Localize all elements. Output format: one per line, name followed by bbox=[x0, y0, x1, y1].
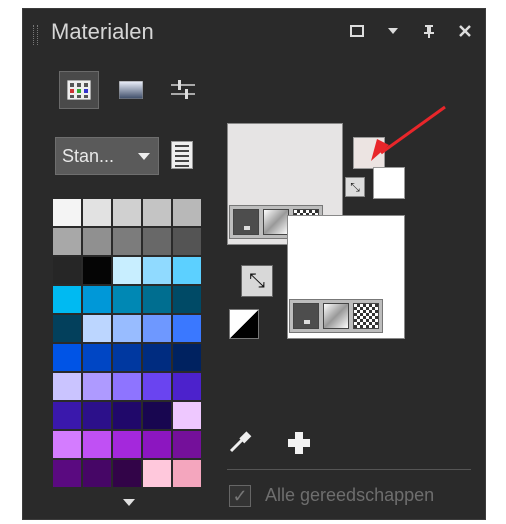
color-swatch[interactable] bbox=[113, 373, 141, 400]
color-swatch[interactable] bbox=[83, 344, 111, 371]
color-swatch[interactable] bbox=[113, 431, 141, 458]
color-swatch[interactable] bbox=[83, 373, 111, 400]
color-swatch[interactable] bbox=[113, 402, 141, 429]
color-swatch[interactable] bbox=[143, 460, 171, 487]
color-swatch[interactable] bbox=[113, 344, 141, 371]
sliders-icon bbox=[171, 80, 195, 99]
color-swatch[interactable] bbox=[173, 199, 201, 226]
color-swatch[interactable] bbox=[143, 199, 171, 226]
color-swatch[interactable] bbox=[173, 344, 201, 371]
color-mode-button[interactable] bbox=[293, 303, 319, 329]
grid-icon bbox=[67, 80, 91, 100]
color-swatch[interactable] bbox=[83, 402, 111, 429]
eyedropper-icon[interactable] bbox=[227, 429, 253, 455]
color-swatch[interactable] bbox=[83, 460, 111, 487]
tab-bar bbox=[59, 71, 203, 109]
palette-dropdown-value: Stan... bbox=[62, 145, 115, 166]
title-buttons bbox=[347, 21, 475, 41]
color-mode-button[interactable] bbox=[233, 209, 259, 235]
add-icon[interactable] bbox=[287, 431, 311, 455]
color-swatch[interactable] bbox=[113, 315, 141, 342]
chevron-down-icon bbox=[138, 152, 150, 160]
color-swatch[interactable] bbox=[173, 315, 201, 342]
gradient-mode-button[interactable] bbox=[323, 303, 349, 329]
color-swatch[interactable] bbox=[53, 431, 81, 458]
color-swatch[interactable] bbox=[83, 199, 111, 226]
color-swatch[interactable] bbox=[83, 228, 111, 255]
color-swatch[interactable] bbox=[143, 257, 171, 284]
pattern-mode-button[interactable] bbox=[353, 303, 379, 329]
materials-panel: Materialen Stan... ⤡ ⤡ ✓ Alle gereedscha… bbox=[22, 8, 486, 520]
red-arrow-annotation bbox=[371, 105, 446, 161]
color-swatch[interactable] bbox=[53, 344, 81, 371]
color-swatch[interactable] bbox=[143, 286, 171, 313]
color-swatch[interactable] bbox=[53, 460, 81, 487]
color-swatch[interactable] bbox=[173, 257, 201, 284]
color-swatch[interactable] bbox=[53, 373, 81, 400]
panel-title: Materialen bbox=[51, 19, 154, 44]
tab-gradient[interactable] bbox=[111, 71, 151, 109]
gradient-mode-button[interactable] bbox=[263, 209, 289, 235]
color-swatch[interactable] bbox=[53, 257, 81, 284]
palette-list-icon[interactable] bbox=[171, 141, 193, 169]
color-swatch[interactable] bbox=[143, 402, 171, 429]
color-swatch[interactable] bbox=[173, 228, 201, 255]
tab-adjust[interactable] bbox=[163, 71, 203, 109]
color-swatch[interactable] bbox=[173, 402, 201, 429]
color-swatch[interactable] bbox=[53, 286, 81, 313]
gradient-icon bbox=[119, 81, 143, 99]
swatch-grid bbox=[53, 199, 205, 487]
color-swatch[interactable] bbox=[113, 286, 141, 313]
color-swatch[interactable] bbox=[53, 199, 81, 226]
color-swatch[interactable] bbox=[113, 460, 141, 487]
pin-icon[interactable] bbox=[419, 21, 439, 41]
color-swatch[interactable] bbox=[53, 315, 81, 342]
color-swatch[interactable] bbox=[83, 286, 111, 313]
background-material-buttons bbox=[289, 299, 383, 333]
background-color-swatch[interactable] bbox=[373, 167, 405, 199]
reset-black-white-icon[interactable] bbox=[229, 309, 259, 339]
color-swatch[interactable] bbox=[143, 344, 171, 371]
drag-grip[interactable] bbox=[33, 25, 38, 45]
all-tools-label: Alle gereedschappen bbox=[265, 485, 435, 505]
color-swatch[interactable] bbox=[53, 228, 81, 255]
color-swatch[interactable] bbox=[83, 431, 111, 458]
tab-swatches[interactable] bbox=[59, 71, 99, 109]
palette-dropdown[interactable]: Stan... bbox=[55, 137, 159, 175]
color-swatch[interactable] bbox=[143, 228, 171, 255]
color-swatch[interactable] bbox=[83, 257, 111, 284]
swap-colors-icon[interactable]: ⤡ bbox=[345, 177, 365, 197]
color-swatch[interactable] bbox=[113, 228, 141, 255]
color-swatch[interactable] bbox=[173, 460, 201, 487]
color-swatch[interactable] bbox=[143, 373, 171, 400]
swap-materials-icon[interactable]: ⤡ bbox=[241, 265, 273, 297]
color-swatch[interactable] bbox=[53, 402, 81, 429]
scroll-down-icon[interactable] bbox=[123, 499, 135, 506]
color-swatch[interactable] bbox=[173, 431, 201, 458]
color-swatch[interactable] bbox=[143, 431, 171, 458]
color-swatch[interactable] bbox=[83, 315, 111, 342]
divider bbox=[227, 469, 471, 470]
color-swatch[interactable] bbox=[113, 199, 141, 226]
maximize-icon[interactable] bbox=[347, 21, 367, 41]
all-tools-checkbox[interactable]: ✓ bbox=[229, 485, 251, 507]
close-icon[interactable] bbox=[455, 21, 475, 41]
color-swatch[interactable] bbox=[173, 373, 201, 400]
color-swatch[interactable] bbox=[173, 286, 201, 313]
color-swatch[interactable] bbox=[113, 257, 141, 284]
color-swatch[interactable] bbox=[143, 315, 171, 342]
chevron-down-icon[interactable] bbox=[383, 21, 403, 41]
